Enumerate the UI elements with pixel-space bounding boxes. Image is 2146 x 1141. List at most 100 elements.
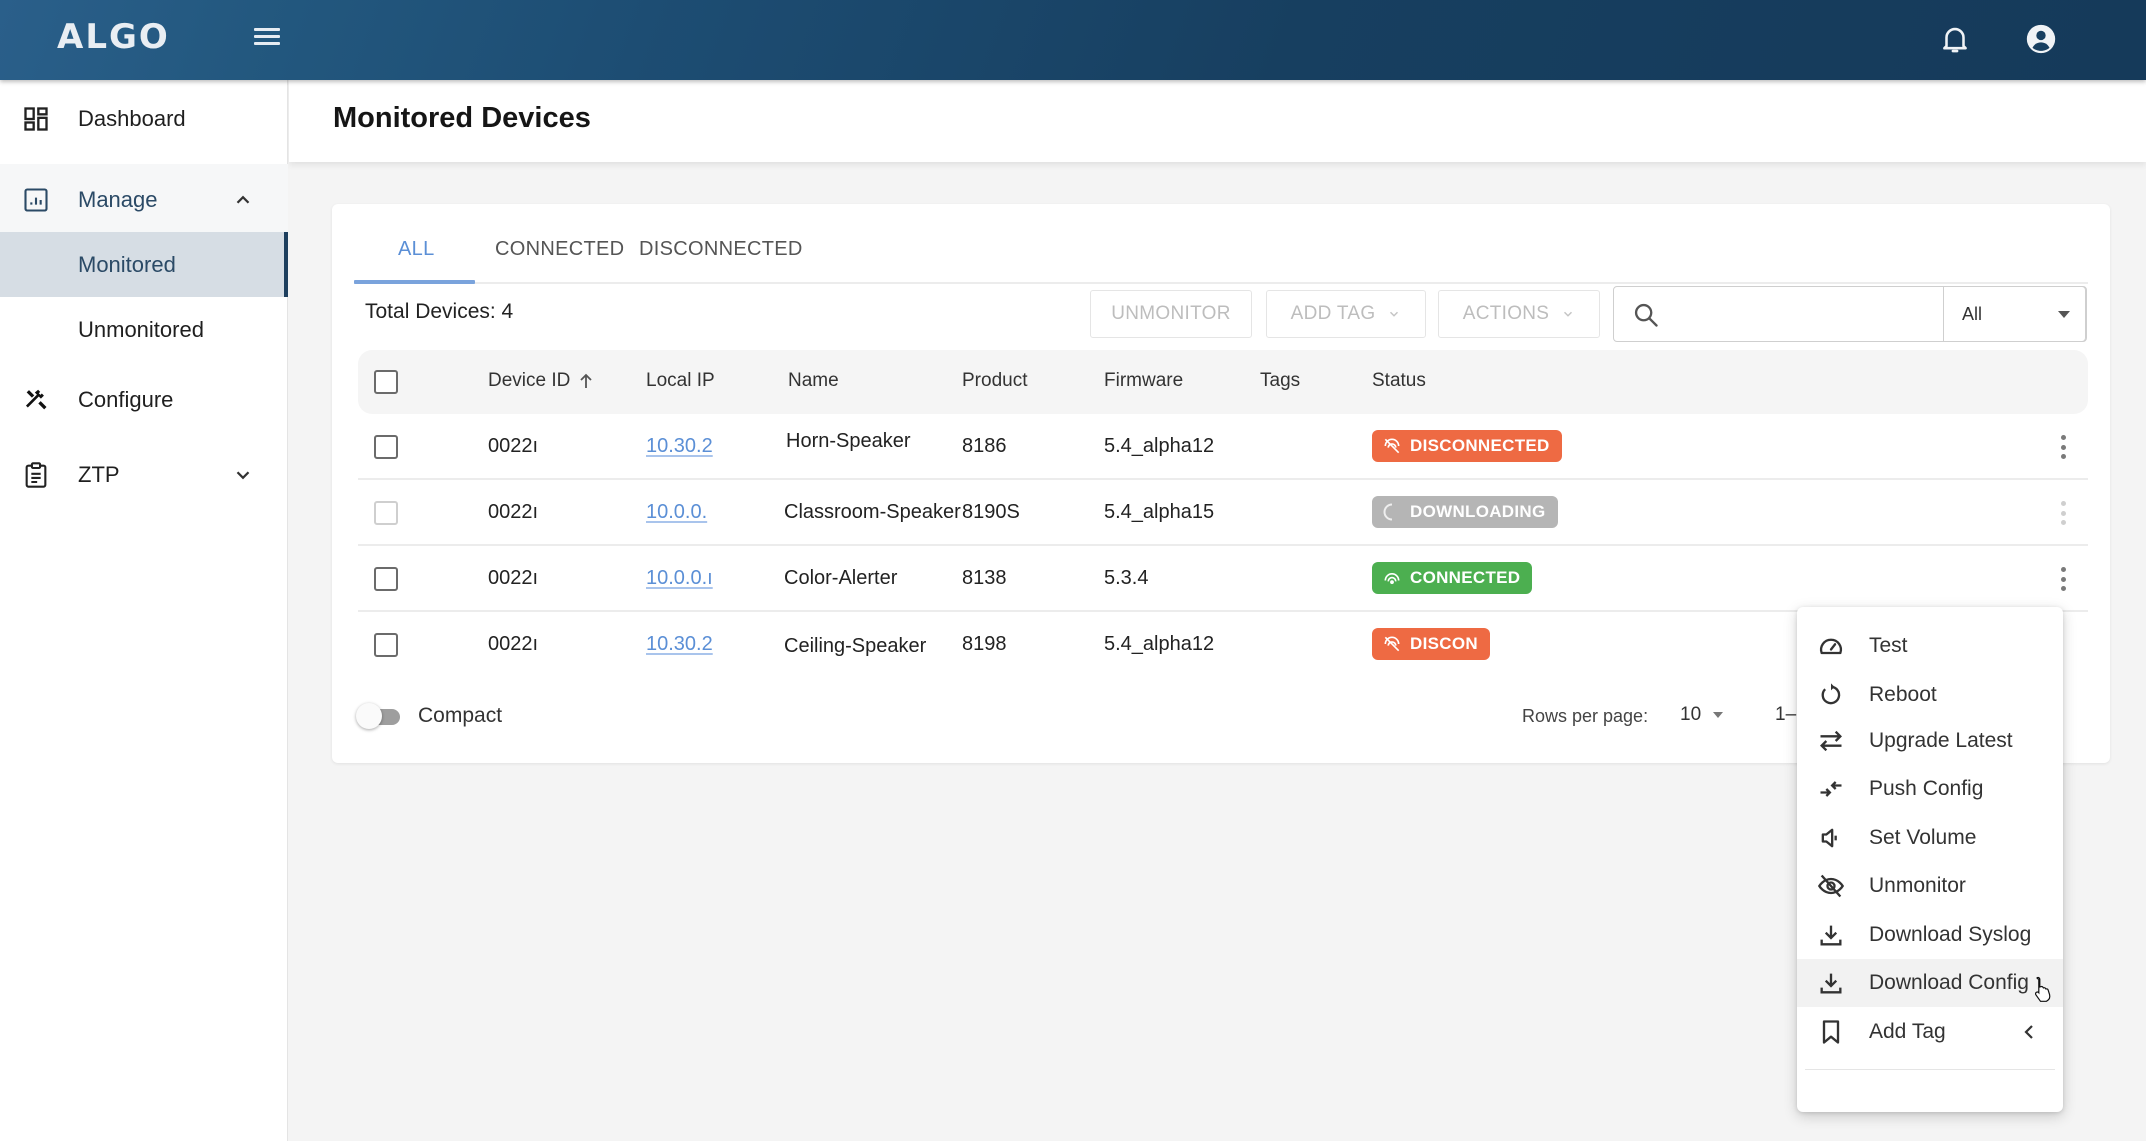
row-checkbox[interactable] — [374, 567, 398, 591]
firmware-cell: 5.4_alpha15 — [1104, 501, 1215, 523]
menu-item-label: Upgrade Latest — [1869, 729, 2013, 752]
add-tag-button-label: ADD TAG — [1290, 303, 1376, 324]
sidebar-item-unmonitored[interactable]: Unmonitored — [0, 298, 288, 362]
local-ip-link[interactable]: 10.0.0. — [646, 501, 707, 524]
sidebar-item-label: Configure — [78, 387, 174, 412]
tab-all[interactable]: ALL — [398, 238, 435, 261]
select-all-checkbox[interactable] — [374, 370, 398, 394]
row-checkbox[interactable] — [374, 435, 398, 459]
column-header-tags[interactable]: Tags — [1260, 370, 1300, 392]
menu-item-reboot[interactable]: Reboot — [1797, 671, 2063, 719]
manage-icon — [24, 188, 48, 212]
local-ip-link[interactable]: 10.30.2 — [646, 633, 713, 656]
signal-icon — [1384, 573, 1400, 585]
add-tag-button[interactable]: ADD TAG — [1266, 290, 1426, 338]
menu-item-label: Test — [1869, 634, 1908, 657]
status-badge-label: DISCONNECTED — [1410, 436, 1550, 455]
device-id-cell: 0022ı — [488, 501, 539, 523]
sidebar-item-monitored[interactable]: Monitored — [0, 232, 288, 297]
row-actions-menu-button[interactable] — [2056, 432, 2070, 462]
algo-logo[interactable]: ALGO — [57, 17, 170, 57]
unmonitor-button[interactable]: UNMONITOR — [1090, 290, 1252, 338]
account-icon[interactable] — [2024, 22, 2058, 56]
product-cell: 8138 — [962, 567, 1007, 589]
local-ip-link[interactable]: 10.30.2 — [646, 435, 713, 458]
dropdown-arrow-icon — [1713, 712, 1724, 718]
sidebar-item-ztp[interactable]: ZTP — [0, 443, 288, 507]
sidebar-item-label: Unmonitored — [78, 317, 204, 342]
firmware-cell: 5.3.4 — [1104, 567, 1149, 589]
row-actions-menu-button[interactable] — [2056, 498, 2070, 528]
tools-icon — [25, 389, 47, 410]
signal-off-icon — [1384, 438, 1400, 454]
column-header-label: Device ID — [488, 370, 571, 391]
row-checkbox[interactable] — [374, 633, 398, 657]
table-header: Device ID Local IP Name Product Firmware… — [358, 350, 2088, 414]
device-id-cell: 0022ı — [488, 567, 539, 589]
menu-item-download-config[interactable]: Download Config — [1797, 959, 2063, 1007]
product-cell: 8186 — [962, 435, 1007, 457]
menu-icon[interactable] — [254, 28, 280, 48]
menu-item-download-syslog[interactable]: Download Syslog — [1797, 911, 2063, 959]
product-cell: 8198 — [962, 633, 1007, 655]
menu-item-set-volume[interactable]: Set Volume — [1797, 814, 2063, 862]
sidebar-item-manage[interactable]: Manage — [0, 164, 288, 236]
tab-connected[interactable]: CONNECTED — [495, 238, 624, 261]
compact-toggle[interactable] — [354, 701, 404, 731]
chevron-down-icon — [1390, 311, 1399, 317]
sidebar: Dashboard Manage Monitored Unmonitored C… — [0, 80, 288, 1141]
menu-item-add-tag[interactable]: Add Tag — [1797, 1008, 2063, 1056]
column-header-status[interactable]: Status — [1372, 370, 1426, 392]
chevron-left-icon — [2024, 1025, 2033, 1039]
table-row[interactable]: 0022ı 10.30.2 Horn-Speaker 8186 5.4_alph… — [358, 414, 2088, 480]
menu-item-label: Unmonitor — [1869, 874, 1966, 897]
menu-item-label: Reboot — [1869, 683, 1937, 706]
column-header-device-id[interactable]: Device ID — [488, 370, 594, 392]
menu-item-label: Add Tag — [1869, 1020, 1946, 1043]
rows-per-page-select[interactable]: 10 — [1680, 704, 1724, 726]
menu-item-upgrade-latest[interactable]: Upgrade Latest — [1797, 717, 2063, 765]
chevron-down-icon[interactable] — [232, 464, 254, 486]
loading-spinner-icon — [1383, 503, 1393, 521]
status-badge: CONNECTED — [1372, 562, 1533, 594]
tab-disconnected[interactable]: DISCONNECTED — [639, 238, 803, 261]
download-icon — [1820, 925, 1842, 946]
sidebar-item-label: Dashboard — [78, 106, 186, 131]
column-header-name[interactable]: Name — [788, 370, 839, 392]
menu-item-push-config[interactable]: Push Config — [1797, 765, 2063, 813]
bell-icon[interactable] — [1938, 22, 1972, 56]
menu-item-label: Download Config — [1869, 971, 2029, 994]
name-cell: Ceiling-Speaker — [784, 635, 927, 657]
sidebar-item-configure[interactable]: Configure — [0, 368, 288, 432]
signal-off-icon — [1384, 636, 1400, 652]
local-ip-link[interactable]: 10.0.0.ı — [646, 567, 713, 590]
status-filter-select[interactable]: All — [1943, 286, 2087, 342]
compact-label: Compact — [418, 704, 503, 727]
actions-button[interactable]: ACTIONS — [1438, 290, 1600, 338]
column-header-firmware[interactable]: Firmware — [1104, 370, 1183, 392]
menu-item-label: Push Config — [1869, 777, 1984, 800]
menu-item-test[interactable]: Test — [1797, 622, 2063, 670]
row-checkbox[interactable] — [374, 501, 398, 525]
download-icon — [1820, 973, 1842, 994]
device-id-cell: 0022ı — [488, 633, 539, 655]
row-actions-menu-button[interactable] — [2056, 564, 2070, 594]
table-row[interactable]: 0022ı 10.0.0.ı Color-Alerter 8138 5.3.4 … — [358, 546, 2088, 612]
search-field: All — [1613, 286, 2087, 342]
search-icon — [1634, 303, 1658, 327]
toggle-thumb — [356, 703, 382, 729]
volume-icon — [1821, 828, 1837, 848]
page-title: Monitored Devices — [333, 102, 591, 134]
sidebar-item-dashboard[interactable]: Dashboard — [0, 88, 288, 150]
status-badge: DISCON — [1372, 628, 1490, 660]
table-row[interactable]: 0022ı 10.0.0. Classroom-Speaker 8190S 5.… — [358, 480, 2088, 546]
dashboard-icon — [24, 107, 48, 131]
total-devices: Total Devices: 4 — [365, 300, 514, 323]
column-header-product[interactable]: Product — [962, 370, 1027, 392]
search-input[interactable] — [1672, 295, 1932, 333]
name-cell: Classroom-Speaker — [784, 501, 961, 523]
column-header-local-ip[interactable]: Local IP — [646, 370, 715, 392]
chevron-up-icon[interactable] — [232, 189, 254, 211]
menu-item-label: Set Volume — [1869, 826, 1977, 849]
menu-item-unmonitor[interactable]: Unmonitor — [1797, 862, 2063, 910]
